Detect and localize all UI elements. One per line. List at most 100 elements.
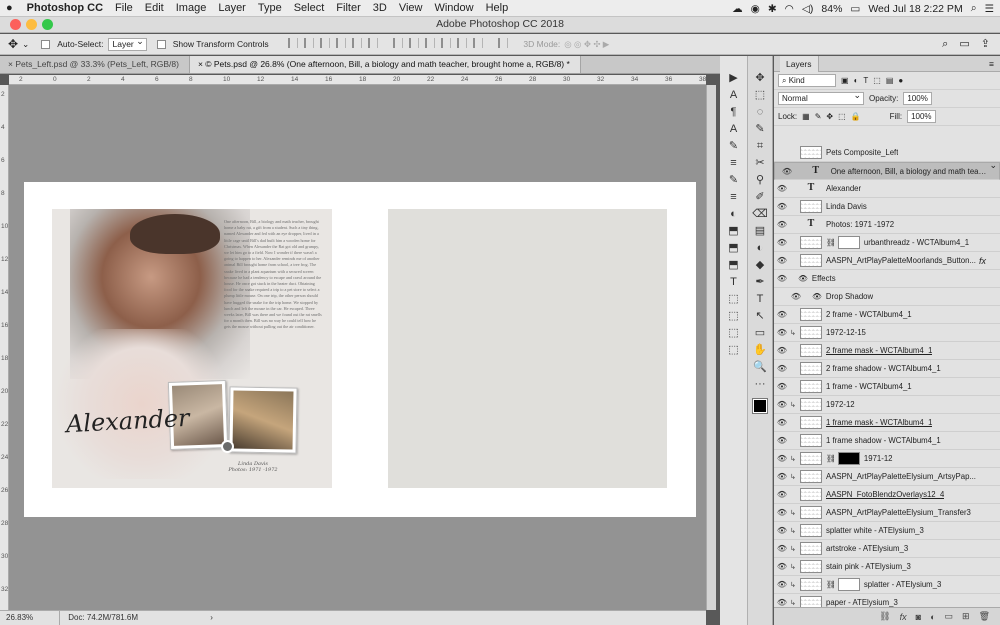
left-page[interactable]: One afternoon, Bill, a biology and math … <box>52 209 332 488</box>
panel-tool-8-icon[interactable]: ◐ <box>723 206 745 223</box>
menu-file[interactable]: File <box>109 2 139 14</box>
layer-row[interactable]: 👁 ↳ 1972-12 <box>774 396 1000 414</box>
panel-tool-9-icon[interactable]: ⬒ <box>723 223 745 240</box>
notification-icon[interactable]: ☰ <box>985 3 994 15</box>
layer-mask-thumbnail[interactable] <box>837 236 860 249</box>
lock-position-icon[interactable]: ✥ <box>826 112 833 121</box>
menu-layer[interactable]: Layer <box>212 2 252 14</box>
panel-tool-16-icon[interactable]: ⬚ <box>723 342 745 359</box>
menu-window[interactable]: Window <box>428 2 479 14</box>
visibility-eye-icon[interactable]: 👁 <box>774 238 790 247</box>
align-vcenter-icon[interactable] <box>303 38 314 48</box>
menu-select[interactable]: Select <box>288 2 331 14</box>
lock-transparent-icon[interactable]: ▦ <box>802 112 810 121</box>
visibility-eye-icon[interactable]: 👁 <box>774 400 790 409</box>
menu-help[interactable]: Help <box>480 2 515 14</box>
panel-tool-0-icon[interactable]: ▶ <box>723 70 745 87</box>
main-tool-1-icon[interactable]: ⬚ <box>749 87 771 104</box>
trash-icon[interactable]: 🗑 <box>979 611 990 622</box>
move-tool-icon[interactable]: ✥ <box>8 37 18 51</box>
mask-link-icon[interactable]: ⛓ <box>826 238 836 247</box>
main-tool-8-icon[interactable]: ⌫ <box>749 206 771 223</box>
layer-mask-thumbnail[interactable] <box>837 452 860 465</box>
color-swatches[interactable] <box>752 398 768 414</box>
visibility-eye-icon[interactable]: 👁 <box>774 220 790 229</box>
distribute-left-icon[interactable] <box>441 38 452 48</box>
panel-tool-10-icon[interactable]: ⬒ <box>723 240 745 257</box>
effect-eye-icon[interactable]: 👁 <box>812 292 822 301</box>
filter-shape-icon[interactable]: ⬚ <box>873 76 881 85</box>
layer-row[interactable]: 👁 👁 Effects <box>774 270 1000 288</box>
fill-input[interactable]: 100% <box>907 110 936 123</box>
layer-row[interactable]: 👁 2 frame mask - WCTAlbum4_1 <box>774 342 1000 360</box>
panel-tool-4-icon[interactable]: ✎ <box>723 138 745 155</box>
doc-size[interactable]: Doc: 74.2M/781.6M <box>62 613 138 622</box>
layer-row[interactable]: Pets Composite_Left <box>774 144 1000 162</box>
blend-mode-dropdown[interactable]: Normal <box>778 90 864 105</box>
main-tool-4-icon[interactable]: ⌗ <box>749 138 771 155</box>
tab-pets[interactable]: × © Pets.psd @ 26.8% (One afternoon, Bil… <box>189 56 581 73</box>
right-page[interactable] <box>388 209 667 488</box>
layer-row[interactable]: 👁 ↳ stain pink - ATElysium_3 <box>774 558 1000 576</box>
distribute-bottom-icon[interactable] <box>425 38 436 48</box>
distribute-vcenter-icon[interactable] <box>409 38 420 48</box>
wifi-icon[interactable]: ◠ <box>785 3 794 15</box>
main-tool-0-icon[interactable]: ✥ <box>749 70 771 87</box>
panel-tool-2-icon[interactable]: ¶ <box>723 104 745 121</box>
panel-tool-3-icon[interactable]: A <box>723 121 745 138</box>
layer-row[interactable]: 👁 ↳ AASPN_ArtPlayPaletteElysium_ArtsyPap..… <box>774 468 1000 486</box>
opacity-input[interactable]: 100% <box>903 92 932 105</box>
creative-cloud-icon[interactable]: ☁ <box>732 3 743 15</box>
layer-row[interactable]: 👁 1 frame - WCTAlbum4_1 <box>774 378 1000 396</box>
distribute-top-icon[interactable] <box>393 38 404 48</box>
zoom-level[interactable]: 26.83% <box>0 611 60 625</box>
show-transform-checkbox[interactable] <box>156 39 166 49</box>
layer-row[interactable]: 👁 2 frame shadow - WCTAlbum4_1 <box>774 360 1000 378</box>
menu-3d[interactable]: 3D <box>367 2 393 14</box>
layer-row[interactable]: 👁 ↳ paper - ATElysium_3 <box>774 594 1000 607</box>
main-tool-6-icon[interactable]: ⚲ <box>749 172 771 189</box>
main-tool-7-icon[interactable]: ✐ <box>749 189 771 206</box>
align-top-icon[interactable] <box>287 38 298 48</box>
battery-percent[interactable]: 84% <box>821 3 842 15</box>
tab-pets-left[interactable]: × Pets_Left.psd @ 33.3% (Pets_Left, RGB/… <box>0 56 190 73</box>
visibility-eye-icon[interactable]: 👁 <box>774 436 790 445</box>
chevron-down-icon[interactable]: ⌄ <box>22 39 29 50</box>
menu-type[interactable]: Type <box>252 2 288 14</box>
layer-row[interactable]: 👁 2 frame - WCTAlbum4_1 <box>774 306 1000 324</box>
distribute-hcenter-icon[interactable] <box>457 38 468 48</box>
main-tool-12-icon[interactable]: ✒ <box>749 274 771 291</box>
visibility-eye-icon[interactable]: 👁 <box>774 184 790 193</box>
align-bottom-icon[interactable] <box>319 38 330 48</box>
main-tool-2-icon[interactable]: ◌ <box>749 104 771 121</box>
workspace-icon[interactable]: ▭ <box>959 38 969 50</box>
3d-orbit-icon[interactable]: ◎ ◎ ✥ ✣ ▶ <box>564 39 609 50</box>
align-left-icon[interactable] <box>335 38 346 48</box>
distribute-right-icon[interactable] <box>473 38 484 48</box>
visibility-eye-icon[interactable]: 👁 <box>774 328 790 337</box>
app-menu[interactable]: Photoshop CC <box>19 2 109 14</box>
lock-all-icon[interactable]: 🔒 <box>851 112 861 121</box>
main-tool-9-icon[interactable]: ▤ <box>749 223 771 240</box>
layer-row[interactable]: 👁 ↳ artstroke - ATElysium_3 <box>774 540 1000 558</box>
layer-row[interactable]: 👁 ↳ AASPN_ArtPlayPaletteElysium_Transfer3 <box>774 504 1000 522</box>
mask-link-icon[interactable]: ⛓ <box>826 454 836 463</box>
layer-row[interactable]: 👁 ⛓ urbanthreadz - WCTAlbum4_1 <box>774 234 1000 252</box>
vertical-scrollbar[interactable] <box>706 85 716 610</box>
visibility-eye-icon[interactable]: 👁 <box>774 544 790 553</box>
main-tool-14-icon[interactable]: ↖ <box>749 308 771 325</box>
layer-row[interactable]: 👁 1 frame mask - WCTAlbum4_1 <box>774 414 1000 432</box>
visibility-eye-icon[interactable]: 👁 <box>774 256 790 265</box>
visibility-eye-icon[interactable]: 👁 <box>774 274 790 283</box>
bluetooth-icon[interactable]: ✱ <box>768 3 777 15</box>
layer-row[interactable]: 👁 ↳ ⛓ 1971-12 <box>774 450 1000 468</box>
main-tool-11-icon[interactable]: ◆ <box>749 257 771 274</box>
panel-tool-15-icon[interactable]: ⬚ <box>723 325 745 342</box>
new-layer-icon[interactable]: ⊞ <box>962 611 970 622</box>
fx-icon[interactable]: fx <box>979 256 986 266</box>
close-window-button[interactable] <box>10 19 21 30</box>
adjustment-layer-icon[interactable]: ◐ <box>930 612 935 622</box>
layer-row[interactable]: 👁 AASPN_ArtPlayPaletteMoorlands_Button...… <box>774 252 1000 270</box>
effect-eye-icon[interactable]: 👁 <box>798 274 808 283</box>
chevron-right-icon[interactable]: › <box>210 613 213 622</box>
